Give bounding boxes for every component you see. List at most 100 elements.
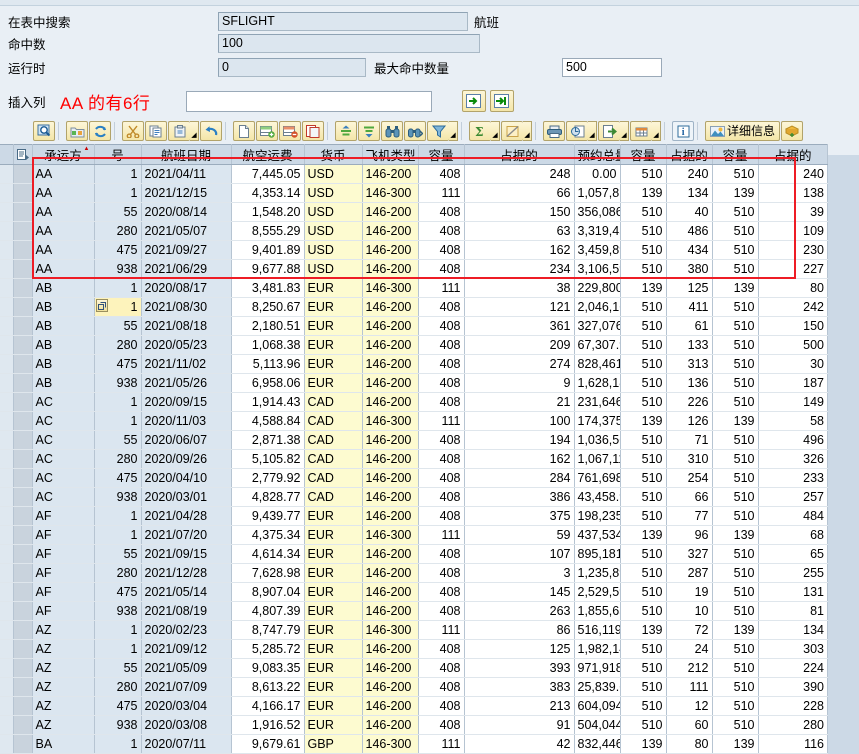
cell-承运方[interactable]: AB	[32, 297, 95, 317]
cell-占据的[interactable]: 313	[666, 354, 713, 374]
cell-占据的[interactable]: 263	[464, 601, 575, 621]
cell-预约总量[interactable]: 2,529,599.3…	[574, 582, 621, 602]
cell-容量[interactable]: 510	[620, 316, 667, 336]
cell-占据的[interactable]: 38	[464, 278, 575, 298]
cell-占据的[interactable]: 255	[758, 563, 828, 583]
row-select-button[interactable]	[13, 354, 33, 374]
cell-飞机类型[interactable]: 146-200	[362, 354, 419, 374]
cell-占据的[interactable]: 61	[666, 316, 713, 336]
cell-容量[interactable]: 510	[620, 335, 667, 355]
table-row[interactable]: AZ 1 2020/02/23 8,747.79 EUR 146-300 111 86 516,…	[0, 620, 828, 640]
cell-航班日期[interactable]: 2021/09/27	[141, 240, 232, 260]
cell-航空运费[interactable]: 6,958.06	[231, 373, 305, 393]
cell-航空运费[interactable]: 2,871.38	[231, 430, 305, 450]
cell-航班日期[interactable]: 2021/09/12	[141, 639, 232, 659]
cell-预约总量[interactable]: 604,094.65	[574, 696, 621, 716]
cell-飞机类型[interactable]: 146-200	[362, 544, 419, 564]
cell-占据的[interactable]: 39	[758, 202, 828, 222]
cell-航空运费[interactable]: 9,677.88	[231, 259, 305, 279]
max-hits-input[interactable]	[562, 57, 662, 77]
cell-占据的[interactable]: 65	[758, 544, 828, 564]
cell-占据的[interactable]: 131	[758, 582, 828, 602]
cell-占据的[interactable]: 383	[464, 677, 575, 697]
cell-占据的[interactable]: 58	[758, 411, 828, 431]
cell-航班日期[interactable]: 2020/09/26	[141, 449, 232, 469]
cell-占据的[interactable]: 386	[464, 487, 575, 507]
table-row[interactable]: AF 938 2021/08/19 4,807.39 EUR 146-200 408 263 1…	[0, 601, 828, 621]
cell-飞机类型[interactable]: 146-200	[362, 563, 419, 583]
cell-航班日期[interactable]: 2020/03/01	[141, 487, 232, 507]
cell-容量[interactable]: 510	[712, 449, 759, 469]
cell-占据的[interactable]: 30	[758, 354, 828, 374]
cell-容量[interactable]: 408	[418, 202, 465, 222]
cell-货币[interactable]: USD	[304, 164, 363, 184]
cell-容量[interactable]: 510	[712, 221, 759, 241]
cell-容量[interactable]: 408	[418, 506, 465, 526]
cell-容量[interactable]: 510	[712, 658, 759, 678]
cell-号[interactable]: 1	[94, 639, 142, 659]
duplicate-icon[interactable]	[302, 121, 324, 141]
cell-货币[interactable]: USD	[304, 221, 363, 241]
cell-占据的[interactable]: 393	[464, 658, 575, 678]
row-select-button[interactable]	[13, 734, 33, 754]
cell-占据的[interactable]: 10	[666, 601, 713, 621]
cell-货币[interactable]: EUR	[304, 354, 363, 374]
cell-占据的[interactable]: 411	[666, 297, 713, 317]
cell-航空运费[interactable]: 1,914.43	[231, 392, 305, 412]
table-row[interactable]: AB 475 2021/11/02 5,113.96 EUR 146-200 408 274 8…	[0, 354, 828, 374]
cell-容量[interactable]: 408	[418, 164, 465, 184]
cell-容量[interactable]: 111	[418, 183, 465, 203]
cell-容量[interactable]: 510	[712, 601, 759, 621]
cell-飞机类型[interactable]: 146-200	[362, 468, 419, 488]
column-header-8[interactable]: 预约总量	[574, 144, 621, 165]
row-select-button[interactable]	[13, 392, 33, 412]
cell-预约总量[interactable]: 1,855,652.5…	[574, 601, 621, 621]
info-icon[interactable]: i	[672, 121, 694, 141]
cell-货币[interactable]: CAD	[304, 487, 363, 507]
cell-容量[interactable]: 111	[418, 525, 465, 545]
cell-占据的[interactable]: 138	[758, 183, 828, 203]
cell-占据的[interactable]: 68	[758, 525, 828, 545]
cell-承运方[interactable]: AA	[32, 240, 95, 260]
cell-容量[interactable]: 408	[418, 487, 465, 507]
cell-占据的[interactable]: 96	[666, 525, 713, 545]
cell-号[interactable]: 475	[94, 696, 142, 716]
cell-预约总量[interactable]: 231,646.03	[574, 392, 621, 412]
cell-号[interactable]: 1	[94, 411, 142, 431]
runtime-input[interactable]	[218, 57, 366, 77]
cell-容量[interactable]: 510	[712, 582, 759, 602]
cell-承运方[interactable]: AC	[32, 392, 95, 412]
cell-承运方[interactable]: AC	[32, 449, 95, 469]
cell-容量[interactable]: 510	[712, 506, 759, 526]
cell-占据的[interactable]: 254	[666, 468, 713, 488]
row-select-button[interactable]	[13, 620, 33, 640]
column-header-3[interactable]: 航空运费	[231, 144, 305, 165]
cell-飞机类型[interactable]: 146-200	[362, 696, 419, 716]
cell-航班日期[interactable]: 2020/07/11	[141, 734, 232, 754]
cell-航空运费[interactable]: 4,166.17	[231, 696, 305, 716]
cell-航空运费[interactable]: 2,779.92	[231, 468, 305, 488]
cell-飞机类型[interactable]: 146-200	[362, 430, 419, 450]
cell-飞机类型[interactable]: 146-200	[362, 715, 419, 735]
row-select-button[interactable]	[13, 202, 33, 222]
cell-飞机类型[interactable]: 146-300	[362, 525, 419, 545]
cell-号[interactable]: 55	[94, 658, 142, 678]
cell-占据的[interactable]: 63	[464, 221, 575, 241]
cell-占据的[interactable]: 257	[758, 487, 828, 507]
cell-航空运费[interactable]: 9,401.89	[231, 240, 305, 260]
row-select-button[interactable]	[13, 506, 33, 526]
column-header-2[interactable]: 航班日期	[141, 144, 232, 165]
table-row[interactable]: AB 1 2020/08/17 3,481.83 EUR 146-300 111 38 229,…	[0, 278, 828, 298]
row-select-button[interactable]	[13, 449, 33, 469]
cell-expand-icon[interactable]	[95, 299, 108, 312]
cell-占据的[interactable]: 77	[666, 506, 713, 526]
cell-货币[interactable]: USD	[304, 240, 363, 260]
table-row[interactable]: AC 475 2020/04/10 2,779.92 CAD 146-200 408 284 7…	[0, 468, 828, 488]
table-name-input[interactable]	[218, 11, 468, 31]
table-row[interactable]: AF 475 2021/05/14 8,907.04 EUR 146-200 408 145 2…	[0, 582, 828, 602]
cell-占据的[interactable]: 380	[666, 259, 713, 279]
check-table-icon[interactable]	[33, 121, 55, 141]
cell-占据的[interactable]: 66	[666, 487, 713, 507]
cell-航班日期[interactable]: 2020/03/04	[141, 696, 232, 716]
more-options-icon[interactable]	[781, 121, 804, 141]
